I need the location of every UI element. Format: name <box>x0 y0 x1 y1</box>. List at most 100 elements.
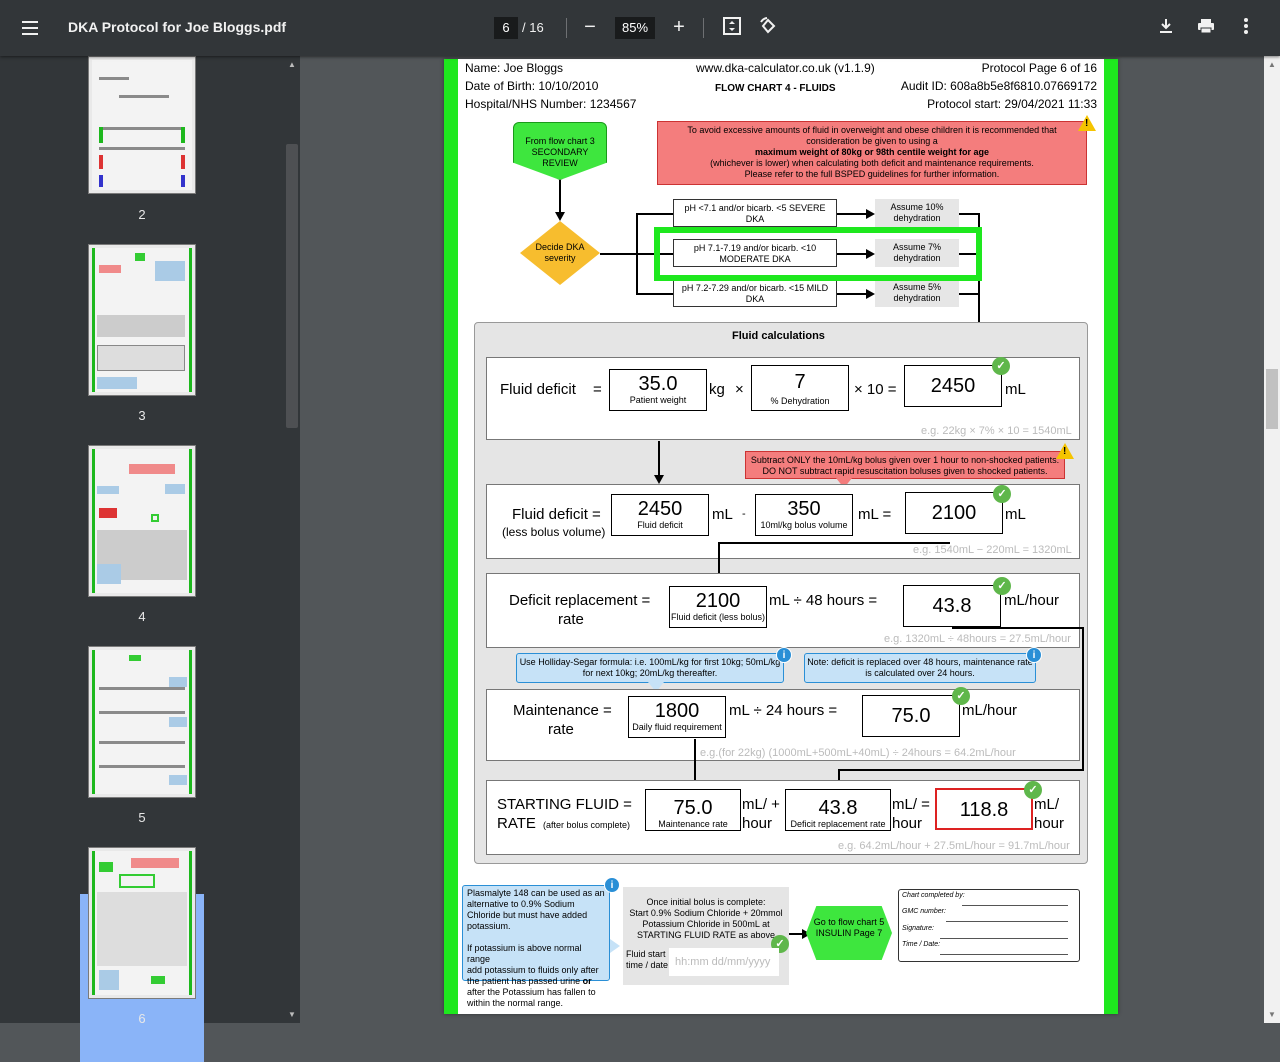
thumbnail-label: 2 <box>138 207 146 222</box>
rotate-icon[interactable] <box>756 16 780 40</box>
patient-name: Name: Joe Bloggs <box>465 61 564 75</box>
scroll-up-icon[interactable]: ▲ <box>288 60 296 69</box>
dehydration-field[interactable]: 7% Dehydration <box>751 365 849 411</box>
scroll-up-icon[interactable]: ▲ <box>1268 60 1276 69</box>
from-chart-3-text: From flow chart 3 SECONDARY REVIEW <box>525 136 595 168</box>
fluid-calculations-heading: Fluid calculations <box>732 330 825 342</box>
less-bolus-sub: (less bolus volume) <box>502 525 606 539</box>
severe-dka-box: pH <7.1 and/or bicarb. <5 SEVERE DKA <box>673 199 837 227</box>
ml-unit: mL <box>1005 381 1026 398</box>
starting-fluid-rate-result: 118.8 <box>935 788 1033 830</box>
info-icon: i <box>1026 647 1042 663</box>
thumbnail-page-2[interactable] <box>88 56 196 194</box>
deficit-less-bolus-input[interactable]: 2100 Fluid deficit (less bolus) <box>669 586 767 628</box>
connector <box>838 769 1084 771</box>
fluid-deficit-input[interactable]: 2450 Fluid deficit <box>611 494 709 536</box>
viewer-scrollbar-thumb[interactable] <box>1266 369 1278 429</box>
connector <box>952 627 1084 629</box>
gmc-line[interactable] <box>946 921 1068 922</box>
example-1: e.g. 22kg × 7% × 10 = 1540mL <box>921 425 1072 437</box>
ml-hour-unit: mL/hour <box>962 702 1018 719</box>
zoom-out-icon[interactable]: − <box>578 16 602 40</box>
arrow <box>654 475 664 484</box>
check-icon: ✓ <box>993 577 1011 595</box>
bolus-volume-field[interactable]: 350 10ml/kg bolus volume <box>755 494 853 536</box>
thumbnail-label: 3 <box>138 408 146 423</box>
gmc-label: GMC number: <box>902 908 946 915</box>
pdf-toolbar: DKA Protocol for Joe Bloggs.pdf 6 / 16 −… <box>0 0 1280 56</box>
maintenance-rate-result: 75.0 <box>862 695 960 737</box>
document-title: DKA Protocol for Joe Bloggs.pdf <box>68 19 287 35</box>
thumbnail-label: 4 <box>138 609 146 624</box>
print-icon[interactable] <box>1194 16 1218 40</box>
times-sign: × <box>735 381 744 398</box>
arrow <box>866 289 875 299</box>
download-icon[interactable] <box>1154 16 1178 40</box>
page-number-input[interactable]: 6 <box>494 17 518 39</box>
connector <box>1082 627 1084 771</box>
ml-equals: mL = <box>858 506 892 523</box>
scroll-down-icon[interactable]: ▼ <box>1268 1010 1276 1019</box>
patient-nhs: Hospital/NHS Number: 1234567 <box>465 97 637 111</box>
divide-24: mL ÷ 24 hours = <box>729 702 838 719</box>
time-date-line[interactable] <box>940 954 1068 955</box>
thumbnail-page-5[interactable] <box>88 646 196 798</box>
arrow <box>555 212 565 221</box>
sidebar-scrollbar-thumb[interactable] <box>286 144 298 428</box>
mild-dka-box: pH 7.2-7.29 and/or bicarb. <15 MILD DKA <box>673 279 837 307</box>
maintenance-rate-label: Maintenance = <box>513 702 612 719</box>
scroll-down-icon[interactable]: ▼ <box>288 1010 296 1019</box>
thumbnail-page-3[interactable] <box>88 244 196 396</box>
fit-page-icon[interactable] <box>720 16 744 40</box>
thumbnail-page-6[interactable] <box>88 847 196 999</box>
daily-fluid-field[interactable]: 1800 Daily fluid requirement <box>628 696 726 738</box>
connector <box>718 542 950 544</box>
check-icon: ✓ <box>993 485 1011 503</box>
page-total: / 16 <box>522 20 544 35</box>
connector <box>636 293 673 295</box>
patient-dob: Date of Birth: 10/10/2010 <box>465 79 599 93</box>
menu-icon[interactable] <box>22 17 44 39</box>
deficit-rate-input[interactable]: 43.8 Deficit replacement rate <box>785 789 891 831</box>
site-url: www.dka-calculator.co.uk (v1.1.9) <box>696 61 875 75</box>
completed-by-line[interactable] <box>962 905 1068 906</box>
thumbnail-page-4[interactable] <box>88 445 196 597</box>
info-icon: i <box>776 647 792 663</box>
deficit-replacement-result: 43.8 <box>903 585 1001 627</box>
chart-title: FLOW CHART 4 - FLUIDS <box>715 83 836 94</box>
connector <box>837 213 867 215</box>
fluid-deficit-label: Fluid deficit <box>500 381 576 398</box>
deficit-replacement-label: Deficit replacement = <box>509 592 651 609</box>
connector <box>959 293 979 295</box>
connector <box>959 213 979 215</box>
info-icon: i <box>604 877 620 893</box>
example-3: e.g. 1320mL ÷ 48hours = 27.5mL/hour <box>884 633 1071 645</box>
signature-line[interactable] <box>940 938 1068 939</box>
times-ten: × 10 = <box>854 381 897 398</box>
viewer-scrollbar[interactable] <box>1264 56 1280 1023</box>
minus-sign: - <box>742 508 746 520</box>
fluid-deficit-less-bolus-label: Fluid deficit = <box>512 506 601 523</box>
more-options-icon[interactable] <box>1234 16 1258 40</box>
callout-pointer <box>610 939 620 953</box>
patient-weight-field[interactable]: 35.0 Patient weight <box>609 369 707 411</box>
zoom-in-icon[interactable]: + <box>667 16 691 40</box>
connector <box>837 293 867 295</box>
thumbnail-sidebar: 2 3 4 5 6 <box>0 56 300 1062</box>
start-instructions: Once initial bolus is complete: Start 0.9… <box>629 897 783 940</box>
equals-sign: = <box>593 381 602 398</box>
arrow <box>866 209 875 219</box>
warning-icon: ! <box>1078 115 1096 131</box>
maintenance-rate-input[interactable]: 75.0 Maintenance rate <box>645 789 741 831</box>
protocol-start: Protocol start: 29/04/2021 11:33 <box>927 97 1097 111</box>
selected-severity-highlight <box>654 227 982 281</box>
example-4: e.g.(for 22kg) (1000mL+500mL+40mL) ÷ 24h… <box>700 747 1016 759</box>
fluid-start-input[interactable]: hh:mm dd/mm/yyyy <box>669 948 779 976</box>
fluid-start-label: Fluid start time / date <box>626 949 669 970</box>
green-border <box>1104 59 1118 1014</box>
audit-id: Audit ID: 608a8b5e8f6810.07669172 <box>900 79 1097 93</box>
divide-48: mL ÷ 48 hours = <box>769 592 878 609</box>
goto-chart-5-text: Go to flow chart 5 INSULIN Page 7 <box>813 917 885 938</box>
zoom-input[interactable]: 85% <box>615 17 655 39</box>
after-bolus-note: (after bolus complete) <box>543 820 631 830</box>
